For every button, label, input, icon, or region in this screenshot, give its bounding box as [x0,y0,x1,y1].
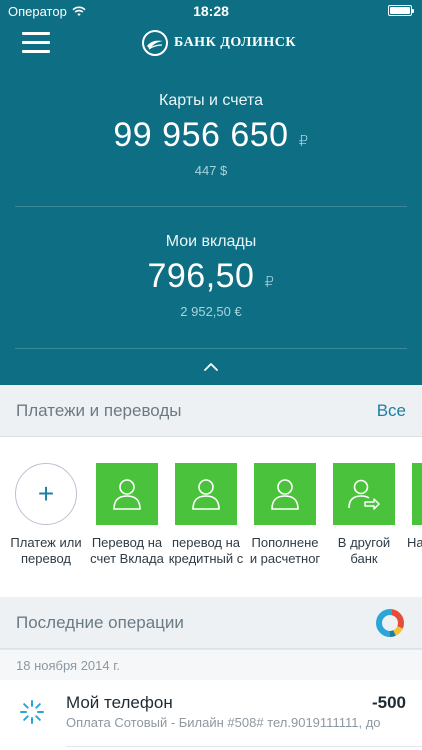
tile-label: На [407,535,422,550]
nav-bar: БАНК ДОЛИНСК [0,24,422,64]
tile-new-payment[interactable]: + Платеж или перевод [8,463,84,567]
user-icon [175,463,237,525]
user-icon [96,463,158,525]
payments-header: Платежи и переводы Все [0,385,422,437]
recent-header: Последние операции [0,597,422,649]
deposits-block[interactable]: Мои вклады 796,50 ₽ 2 952,50 € [0,233,422,319]
description-fade [382,710,422,732]
tile-partial[interactable]: На [405,463,422,551]
divider [15,206,407,207]
date-row: 18 ноября 2014 г. [0,649,422,680]
deposits-sub: 2 952,50 € [180,304,242,319]
tile-label: Платеж или перевод [10,535,82,566]
tile-label: Перевод на счет Вклада [90,535,164,566]
chevron-up-icon[interactable] [203,362,219,372]
payment-tiles: + Платеж или перевод Перевод на счет Вкл… [0,437,422,595]
plus-icon: + [15,463,77,525]
tile-label: Пополнене и расчетног [249,535,321,566]
payments-all-link[interactable]: Все [377,401,406,421]
deposits-value: 796,50 [147,257,255,295]
operation-date: 18 ноября 2014 г. [16,658,120,673]
tile-label: В другой банк [337,535,391,566]
cards-accounts-block[interactable]: Карты и счета 99 956 650 ₽ 447 $ [0,92,422,178]
operation-row[interactable]: Мой телефон -500 Оплата Сотовый - Билайн… [0,680,422,750]
status-bar: Оператор 18:28 [0,0,422,24]
hamburger-menu-icon[interactable] [22,32,50,54]
divider [15,348,407,349]
cards-accounts-title: Карты и счета [159,92,263,109]
deposits-amount: 796,50 ₽ [147,257,274,296]
divider [66,746,422,747]
operation-title: Мой телефон [66,693,173,712]
transfer-user-icon [333,463,395,525]
bank-logo-icon [142,30,168,56]
ruble-sign: ₽ [264,274,275,291]
summary-panel: Оператор 18:28 БАНК ДОЛИНСК Карты и счет… [0,0,422,385]
bank-logo-text: БАНК ДОЛИНСК [174,35,297,50]
recent-title: Последние операции [16,613,184,632]
donut-chart-icon[interactable] [374,607,406,639]
user-icon [254,463,316,525]
tile-transfer-credit[interactable]: перевод на кредитный с [168,463,244,567]
bank-logo: БАНК ДОЛИНСК [142,30,296,56]
user-icon [412,463,422,525]
payments-title: Платежи и переводы [16,401,182,420]
tile-other-bank[interactable]: В другой банк [326,463,402,567]
loading-spinner-icon [20,700,44,724]
deposits-title: Мои вклады [165,233,257,250]
battery-icon [388,5,414,16]
status-time: 18:28 [193,3,229,19]
operation-description: Оплата Сотовый - Билайн #508# тел.901911… [66,715,381,730]
cards-accounts-value: 99 956 650 [113,116,289,154]
tile-topup-account[interactable]: Пополнене и расчетног [247,463,323,567]
cards-accounts-amount: 99 956 650 ₽ [113,116,308,155]
tile-transfer-deposit[interactable]: Перевод на счет Вклада [89,463,165,567]
cards-accounts-sub: 447 $ [194,163,228,178]
tile-label: перевод на кредитный с [168,535,244,566]
ruble-sign: ₽ [298,133,309,150]
